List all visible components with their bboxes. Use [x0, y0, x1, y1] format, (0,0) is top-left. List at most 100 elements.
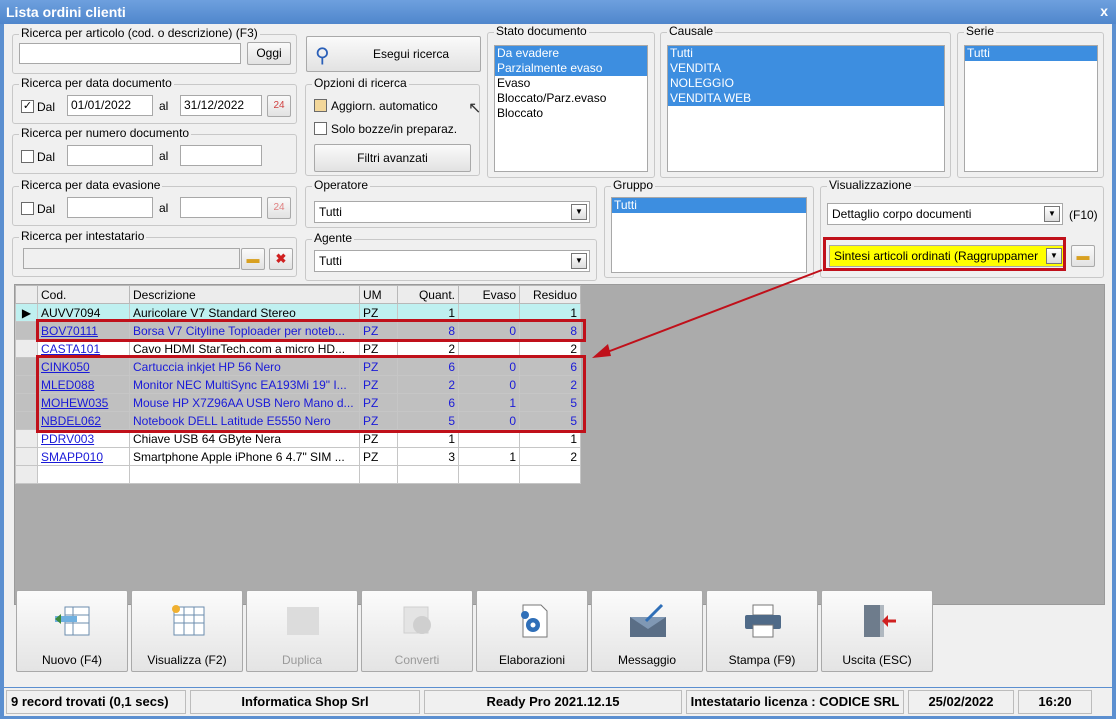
window-title: Lista ordini clienti — [6, 4, 126, 20]
doc-number-from[interactable] — [67, 145, 153, 166]
status-bar: 9 record trovati (0,1 secs) Informatica … — [4, 688, 1112, 716]
auto-update-checkbox[interactable] — [314, 99, 327, 112]
col-header[interactable]: UM — [359, 285, 398, 304]
col-header[interactable]: Quant. — [397, 285, 459, 304]
article-search-group: Ricerca per articolo (cod. o descrizione… — [12, 26, 297, 74]
highlight-box-summary — [823, 237, 1066, 271]
doc-date-from[interactable]: 01/01/2022 — [67, 95, 153, 116]
highlight-box-rows — [36, 355, 586, 433]
search-options-group: Opzioni di ricerca Aggiorn. automatico S… — [305, 76, 480, 176]
exit-button-label: Uscita (ESC) — [842, 653, 912, 667]
message-button[interactable]: Messaggio — [591, 590, 703, 672]
doc-number-label: Ricerca per numero documento — [19, 126, 192, 140]
doc-date-checkbox[interactable]: ✓ — [21, 100, 34, 113]
status-license: Intestatario licenza : CODICE SRL — [686, 690, 904, 714]
doc-date-to[interactable]: 31/12/2022 — [180, 95, 262, 116]
print-button[interactable]: Stampa (F9) — [706, 590, 818, 672]
chevron-down-icon[interactable]: ▼ — [571, 204, 587, 220]
new-doc-icon — [55, 606, 90, 636]
list-item[interactable]: NOLEGGIO — [668, 76, 944, 91]
list-item[interactable]: Da evadere — [495, 46, 647, 61]
doc-number-to[interactable] — [180, 145, 262, 166]
operator-value: Tutti — [319, 205, 342, 219]
row-pointer-icon: ▶ — [15, 303, 38, 322]
printer-icon — [745, 604, 781, 638]
exit-button[interactable]: Uscita (ESC) — [821, 590, 933, 672]
close-icon[interactable]: x — [1100, 3, 1108, 19]
processing-button-label: Elaborazioni — [498, 653, 566, 667]
new-button-label: Nuovo (F4) — [41, 653, 103, 667]
evasion-date-from[interactable] — [67, 197, 153, 218]
col-header[interactable]: Evaso — [458, 285, 520, 304]
folder-icon[interactable]: ▬ — [1071, 245, 1095, 267]
view-button[interactable]: Visualizza (F2) — [131, 590, 243, 672]
advanced-filters-button[interactable]: Filtri avanzati — [314, 144, 471, 172]
causale-label: Causale — [667, 24, 716, 38]
agent-combo[interactable]: Tutti ▼ — [314, 250, 590, 272]
causale-group: Causale Tutti VENDITA NOLEGGIO VENDITA W… — [660, 24, 951, 178]
client-area: Ricerca per articolo (cod. o descrizione… — [4, 24, 1112, 687]
drafts-checkbox[interactable] — [314, 122, 327, 135]
status-records: 9 record trovati (0,1 secs) — [6, 690, 186, 714]
causale-list[interactable]: Tutti VENDITA NOLEGGIO VENDITA WEB — [667, 45, 945, 172]
cell-res: 2 — [519, 447, 581, 466]
col-header[interactable]: Cod. — [37, 285, 130, 304]
list-item[interactable]: Tutti — [965, 46, 1097, 61]
evasion-date-group: Ricerca per data evasione Dal al 24 — [12, 178, 297, 226]
list-item[interactable]: Bloccato — [495, 106, 647, 121]
today-button[interactable]: Oggi — [247, 42, 291, 65]
doc-state-label: Stato documento — [494, 24, 589, 38]
calendar-icon[interactable]: 24 — [267, 95, 291, 117]
evasion-date-checkbox[interactable] — [21, 202, 34, 215]
doc-date-al: al — [159, 99, 169, 113]
operator-label: Operatore — [312, 178, 371, 192]
col-header[interactable]: Residuo — [519, 285, 581, 304]
holder-label: Ricerca per intestatario — [19, 229, 147, 243]
calendar-icon[interactable]: 24 — [267, 197, 291, 219]
view-grid-icon — [172, 605, 205, 636]
holder-input[interactable] — [23, 248, 240, 269]
cell-code[interactable]: SMAPP010 — [37, 447, 130, 466]
serie-list[interactable]: Tutti — [964, 45, 1098, 172]
doc-number-checkbox[interactable] — [21, 150, 34, 163]
table-row[interactable]: SMAPP010 Smartphone Apple iPhone 6 4.7" … — [15, 447, 581, 466]
list-item[interactable]: Tutti — [612, 198, 806, 213]
agent-label: Agente — [312, 231, 355, 245]
agent-value: Tutti — [319, 254, 342, 268]
serie-group: Serie Tutti — [957, 24, 1104, 178]
doc-state-list[interactable]: Da evadere Parzialmente evaso Evaso Bloc… — [494, 45, 648, 172]
doc-number-dal: Dal — [37, 150, 56, 164]
list-item[interactable]: Parzialmente evaso — [495, 61, 647, 76]
doc-state-group: Stato documento Da evadere Parzialmente … — [487, 24, 655, 178]
execute-search-button[interactable]: ⚲ Esegui ricerca — [306, 36, 481, 72]
doc-date-dal: Dal — [37, 100, 56, 114]
duplicate-button[interactable]: Duplica — [246, 590, 358, 672]
folder-icon[interactable]: ▬ — [241, 248, 265, 270]
col-header[interactable]: Descrizione — [129, 285, 360, 304]
agent-group: Agente Tutti ▼ — [305, 231, 597, 281]
annotation-arrow-icon — [592, 269, 823, 358]
doc-number-al: al — [159, 149, 169, 163]
article-search-input[interactable] — [19, 43, 241, 64]
convert-button[interactable]: Converti — [361, 590, 473, 672]
chevron-down-icon[interactable]: ▼ — [1044, 206, 1060, 222]
display-shortcut: (F10) — [1069, 208, 1098, 222]
table-row-empty[interactable] — [15, 465, 581, 484]
status-time: 16:20 — [1018, 690, 1092, 714]
serie-label: Serie — [964, 24, 997, 38]
list-item[interactable]: Bloccato/Parz.evaso — [495, 91, 647, 106]
list-item[interactable]: VENDITA — [668, 61, 944, 76]
operator-combo[interactable]: Tutti ▼ — [314, 201, 590, 223]
evasion-date-to[interactable] — [180, 197, 262, 218]
display-combo[interactable]: Dettaglio corpo documenti ▼ — [827, 203, 1063, 225]
clear-icon[interactable]: ✖ — [269, 248, 293, 270]
list-item[interactable]: VENDITA WEB — [668, 91, 944, 106]
list-item[interactable]: Evaso — [495, 76, 647, 91]
group-list[interactable]: Tutti — [611, 197, 807, 273]
evasion-date-label: Ricerca per data evasione — [19, 178, 163, 192]
list-item[interactable]: Tutti — [668, 46, 944, 61]
status-version: Ready Pro 2021.12.15 — [424, 690, 682, 714]
processing-button[interactable]: Elaborazioni — [476, 590, 588, 672]
new-button[interactable]: Nuovo (F4) — [16, 590, 128, 672]
doc-date-label: Ricerca per data documento — [19, 76, 174, 90]
